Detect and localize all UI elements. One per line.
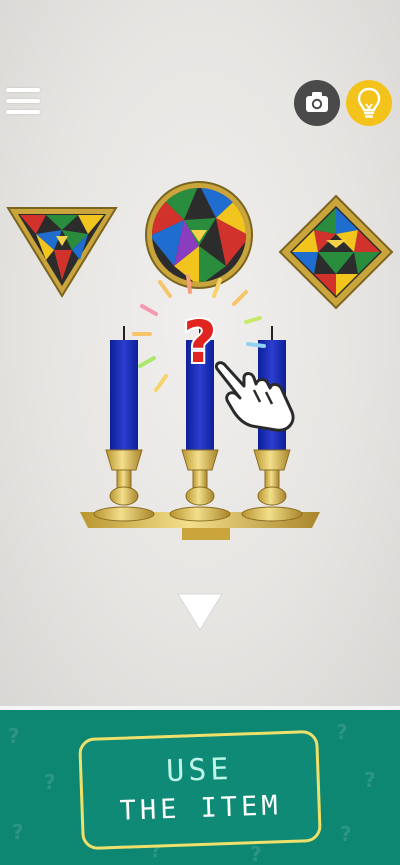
tap-hand-icon (214, 361, 295, 432)
use-the-item-button[interactable]: USE THE ITEM (78, 729, 322, 851)
diamond-stained-glass-frame[interactable] (278, 194, 394, 310)
down-arrow-icon[interactable] (176, 590, 224, 634)
use-item-label-line2: THE ITEM (119, 790, 283, 827)
hamburger-menu-icon[interactable] (6, 86, 42, 118)
lightbulb-icon (357, 87, 381, 118)
hint-button[interactable] (346, 80, 392, 126)
use-item-label-line1: USE (165, 751, 234, 790)
camera-button[interactable] (294, 80, 340, 126)
camera-icon (306, 92, 328, 112)
game-scene: ? (0, 0, 400, 708)
triangle-stained-glass-frame[interactable] (6, 204, 118, 298)
item-panel: ? ? ? ? ? ? ? ? USE THE ITEM (0, 710, 400, 865)
